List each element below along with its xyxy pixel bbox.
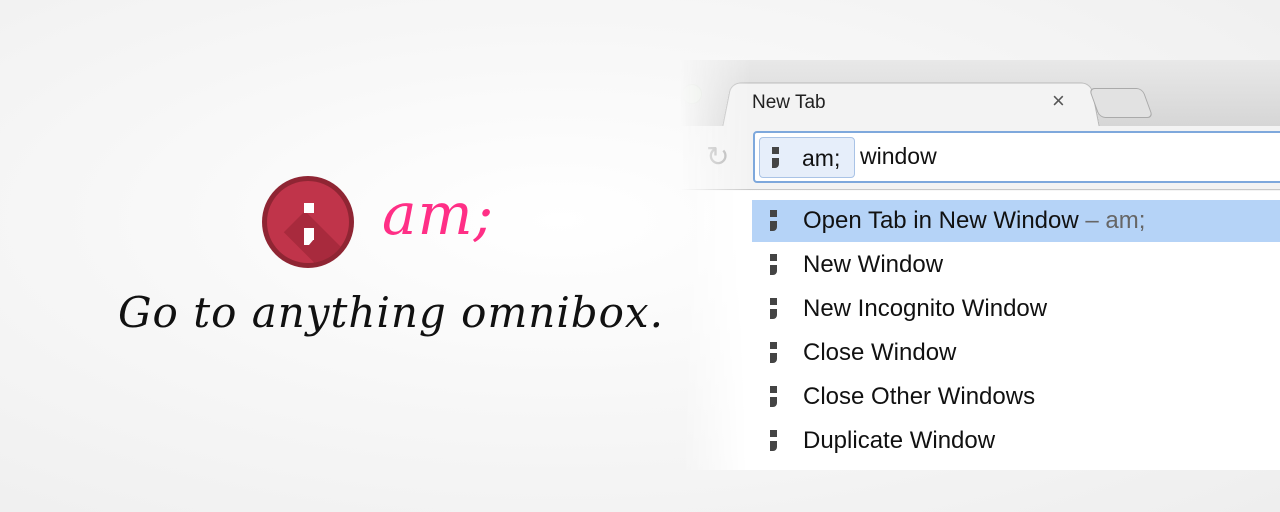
suggestion-keyword: – am;	[1078, 207, 1146, 234]
am-logo	[262, 176, 354, 268]
semicolon-icon	[770, 430, 778, 452]
suggestion-label: New Incognito Window	[803, 295, 1048, 322]
semicolon-icon	[770, 298, 778, 320]
suggestion-item[interactable]: Close Other Windows	[752, 376, 1280, 418]
close-tab-icon[interactable]: ×	[1052, 88, 1065, 114]
suggestion-item[interactable]: Duplicate Window	[752, 420, 1280, 462]
tab-title: New Tab	[752, 92, 826, 113]
semicolon-icon	[770, 386, 778, 408]
suggestion-label: Open Tab in New Window	[803, 207, 1079, 234]
omnibox-query[interactable]: window	[860, 143, 937, 170]
suggestion-label: Close Other Windows	[803, 383, 1036, 410]
semicolon-icon	[770, 210, 778, 232]
suggestion-label: Duplicate Window	[803, 427, 996, 454]
brand-name: am;	[382, 180, 495, 248]
suggestion-item[interactable]: Open Tab in New Window – am;	[752, 200, 1280, 242]
keyword-chip[interactable]: am;	[759, 137, 855, 178]
tagline: Go to anything omnibox.	[118, 288, 664, 337]
keyword-chip-label: am;	[802, 145, 841, 171]
new-tab-button[interactable]	[1088, 88, 1154, 118]
semicolon-icon	[770, 342, 778, 364]
semicolon-icon	[770, 254, 778, 276]
suggestion-label: New Window	[803, 251, 944, 278]
browser-window: New Tab × ↻ am; window Open Tab in New W…	[680, 60, 1280, 470]
window-control-button[interactable]	[682, 84, 702, 104]
reload-icon[interactable]: ↻	[706, 140, 729, 173]
toolbar: ↻ am; window	[680, 126, 1280, 190]
suggestion-item[interactable]: New Incognito Window	[752, 288, 1280, 330]
omnibox-input[interactable]: am; window	[753, 131, 1280, 183]
suggestion-dropdown: Open Tab in New Window – am; New Window …	[680, 191, 1280, 470]
suggestion-label: Close Window	[803, 339, 957, 366]
suggestion-item[interactable]: New Window	[752, 244, 1280, 286]
suggestion-item[interactable]: Close Window	[752, 332, 1280, 374]
tab-strip: New Tab ×	[680, 60, 1280, 128]
semicolon-icon	[772, 147, 780, 169]
